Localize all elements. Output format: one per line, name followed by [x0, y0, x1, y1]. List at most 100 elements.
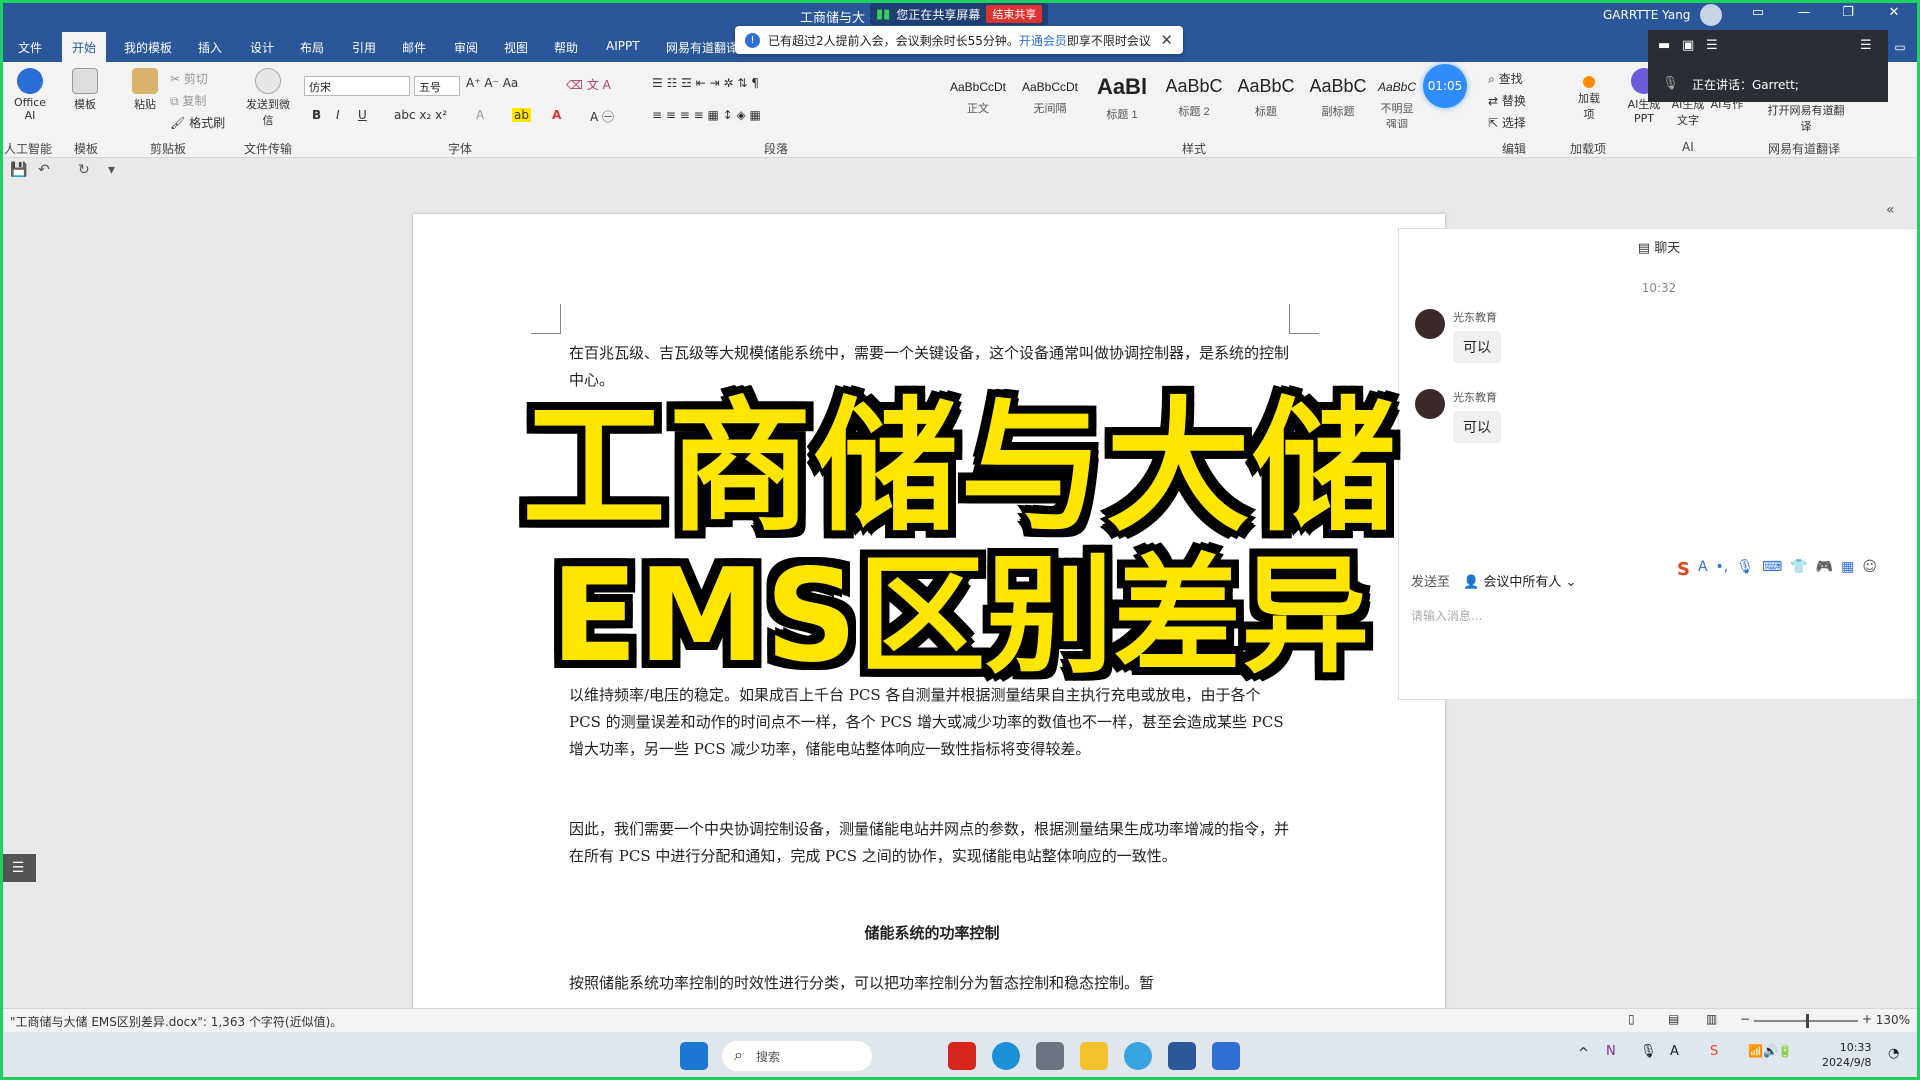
notice-link[interactable]: 开通会员	[1019, 32, 1067, 49]
style-subtle-emphasis[interactable]: AaBbC 不明显强调	[1376, 74, 1418, 128]
redo-icon[interactable]: ↻	[78, 162, 90, 178]
collapse-panel-icon[interactable]: «	[1886, 202, 1895, 218]
tab-help[interactable]: 帮助	[554, 39, 578, 56]
tab-mailings[interactable]: 邮件	[402, 39, 426, 56]
zoom-level[interactable]: 130%	[1876, 1013, 1910, 1027]
more-icon[interactable]: ☰	[1860, 38, 1872, 53]
grid-icon[interactable]: ▦	[1841, 559, 1854, 580]
skin-icon[interactable]: 👕	[1790, 559, 1807, 580]
meeting-timer[interactable]: 01:05	[1423, 64, 1467, 108]
font-icon[interactable]: A	[1698, 559, 1708, 580]
tab-references[interactable]: 引用	[352, 39, 376, 56]
section-heading[interactable]: 储能系统的功率控制	[569, 922, 1295, 943]
paragraph[interactable]: 按照储能系统功率控制的时效性进行分类，可以把功率控制分为暂态控制和稳态控制。暂	[569, 970, 1295, 997]
minimize-icon[interactable]: ▬	[1658, 38, 1670, 53]
font-name-select[interactable]: 仿宋	[304, 76, 410, 96]
paste-button[interactable]: 粘贴	[128, 68, 162, 112]
tab-aippt[interactable]: AIPPT	[606, 39, 640, 53]
tab-design[interactable]: 设计	[250, 39, 274, 56]
read-mode-icon[interactable]: ▯	[1628, 1012, 1635, 1026]
paragraph[interactable]: 因此，我们需要一个中央协调控制设备，测量储能电站并网点的参数，根据测量结果生成功…	[569, 816, 1295, 870]
undo-icon[interactable]: ↶	[38, 162, 50, 178]
zoom-in-icon[interactable]: +	[1862, 1012, 1872, 1026]
ime-icon[interactable]: A	[1670, 1044, 1679, 1059]
bold-icon[interactable]: B	[312, 108, 321, 122]
strikethrough-icon[interactable]: abc x₂ x²	[394, 108, 447, 122]
replace-button[interactable]: ⇄ 替换	[1488, 92, 1526, 109]
font-size-select[interactable]: 五号	[414, 76, 460, 96]
style-no-spacing[interactable]: AaBbCcDt 无间隔	[1016, 74, 1084, 128]
chat-message-input[interactable]: 请输入消息...	[1411, 607, 1482, 624]
meeting-app-icon[interactable]	[1212, 1042, 1240, 1070]
save-icon[interactable]: 💾	[10, 162, 27, 178]
tab-home[interactable]: 开始	[62, 32, 107, 62]
punctuation-icon[interactable]: •,	[1716, 559, 1729, 580]
avatar[interactable]	[1700, 4, 1722, 26]
zoom-out-icon[interactable]: −	[1740, 1012, 1750, 1026]
web-layout-icon[interactable]: ▥	[1706, 1012, 1717, 1026]
sogou-ime-icon[interactable]: S	[1677, 559, 1690, 580]
taskbar-search[interactable]: 搜索	[722, 1041, 872, 1071]
customize-qat-icon[interactable]: ▾	[108, 162, 115, 178]
clear-format-icon[interactable]: ⌫ 文 A	[566, 76, 611, 93]
sogou-icon[interactable]: S	[1710, 1044, 1718, 1059]
style-title[interactable]: AaBbC 标题	[1232, 74, 1300, 128]
style-normal[interactable]: AaBbCcDt 正文	[944, 74, 1012, 128]
tab-insert[interactable]: 插入	[198, 39, 222, 56]
style-heading-2[interactable]: AaBbC 标题 2	[1160, 74, 1228, 128]
word-count-status[interactable]: "工商储与大储 EMS区别差异.docx": 1,363 个字符(近似值)。	[10, 1013, 342, 1030]
copy-button[interactable]: ⧉ 复制	[170, 92, 206, 109]
format-painter-button[interactable]: 🖌 格式刷	[170, 114, 225, 131]
find-button[interactable]: ⌕ 查找	[1488, 70, 1523, 87]
style-heading-1[interactable]: AaBl 标题 1	[1088, 74, 1156, 128]
text-effects-icon[interactable]: A	[476, 108, 484, 122]
tab-youdao[interactable]: 网易有道翻译	[666, 39, 738, 56]
print-layout-icon[interactable]: ▤	[1668, 1012, 1679, 1026]
navigation-pane-icon[interactable]: ☰	[0, 854, 36, 882]
task-view-icon[interactable]	[1036, 1042, 1064, 1070]
mic-icon[interactable]: 🎙	[1736, 559, 1754, 580]
window-icon[interactable]: ▣	[1682, 38, 1694, 53]
close-icon[interactable]: ✕	[1884, 5, 1904, 23]
underline-icon[interactable]: U	[358, 108, 367, 122]
tab-layout[interactable]: 布局	[300, 39, 324, 56]
ribbon-display-icon[interactable]: ▭	[1748, 5, 1768, 23]
mic-icon[interactable]: 🎙	[1640, 1044, 1657, 1059]
onenote-icon[interactable]: N	[1606, 1044, 1616, 1059]
app-icon[interactable]	[1124, 1042, 1152, 1070]
office-ai-button[interactable]: Office AI	[8, 68, 52, 122]
user-name[interactable]: GARRTTE Yang	[1603, 8, 1690, 22]
restore-icon[interactable]: ❐	[1838, 5, 1858, 23]
tab-review[interactable]: 审阅	[454, 39, 478, 56]
tab-my-templates[interactable]: 我的模板	[124, 39, 172, 56]
wifi-icon[interactable]: 📶🔊🔋	[1748, 1044, 1793, 1058]
addin-button[interactable]: 加载项	[1576, 68, 1602, 122]
cut-button[interactable]: ✂ 剪切	[170, 70, 208, 87]
youdao-button[interactable]: 打开网易有道翻译	[1766, 102, 1846, 134]
chat-bubble-icon[interactable]: ▭	[1888, 36, 1912, 58]
edge-icon[interactable]	[992, 1042, 1020, 1070]
send-to-wechat-button[interactable]: 发送到微信	[246, 68, 290, 128]
keyboard-icon[interactable]: ⌨	[1762, 559, 1782, 580]
gamepad-icon[interactable]: 🎮	[1816, 559, 1833, 580]
select-button[interactable]: ⇱ 选择	[1488, 114, 1526, 131]
youdao-icon[interactable]	[948, 1042, 976, 1070]
emoji-icon[interactable]: ☺	[1862, 559, 1877, 580]
align-left-icon[interactable]: ≡ ≡ ≡ ≡ ▦ ↕ ◈ ▦	[652, 108, 761, 122]
file-explorer-icon[interactable]	[1080, 1042, 1108, 1070]
tab-view[interactable]: 视图	[504, 39, 528, 56]
stop-share-button[interactable]: 结束共享	[986, 5, 1043, 23]
zoom-slider-handle[interactable]	[1806, 1014, 1809, 1028]
style-subtitle[interactable]: AaBbC 副标题	[1304, 74, 1372, 128]
close-icon[interactable]: ✕	[1160, 31, 1173, 49]
windows-start-icon[interactable]	[680, 1042, 708, 1070]
bullets-icon[interactable]: ☰ ☷ ☲ ⇤ ⇥ ✲ ⇅ ¶	[652, 76, 759, 90]
char-shading-icon[interactable]: A ㊀	[590, 108, 614, 125]
tab-file[interactable]: 文件	[18, 39, 42, 56]
minimize-icon[interactable]: —	[1794, 5, 1814, 23]
font-color-icon[interactable]: A	[552, 108, 561, 122]
notification-icon[interactable]: ◔	[1888, 1046, 1899, 1061]
menu-icon[interactable]: ☰	[1706, 38, 1718, 53]
system-clock[interactable]: 10:33 2024/9/8	[1822, 1040, 1871, 1070]
highlight-icon[interactable]: ab	[512, 108, 531, 122]
